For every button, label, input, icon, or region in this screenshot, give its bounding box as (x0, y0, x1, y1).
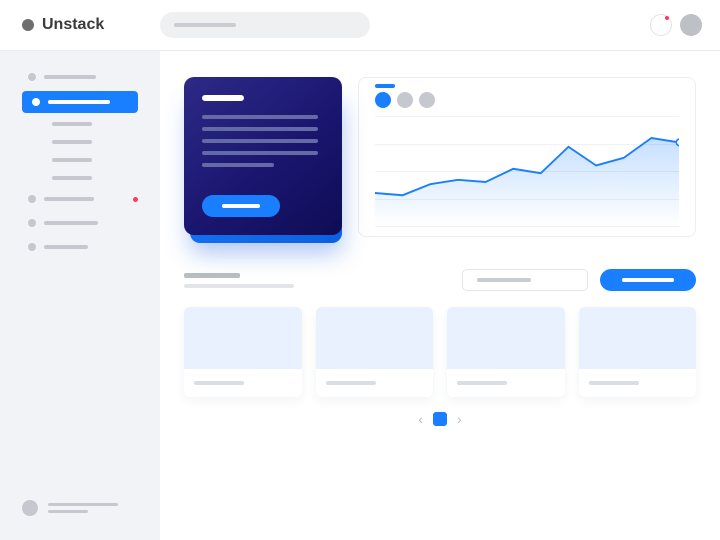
section-title-line (184, 273, 240, 278)
search-placeholder (174, 23, 236, 27)
sidebar-item-alert-icon (133, 197, 138, 202)
chart-tab-0[interactable] (375, 92, 391, 108)
topbar-actions (650, 14, 702, 36)
hero-cta-button[interactable] (202, 195, 280, 217)
sidebar-item-label (44, 221, 98, 225)
hero-card-body (184, 77, 342, 235)
pager-next-icon[interactable]: › (457, 411, 462, 427)
section-header (184, 269, 696, 291)
sidebar-item-7[interactable] (22, 213, 144, 233)
topbar: Unstack (0, 0, 720, 50)
sidebar-item-4[interactable] (52, 154, 144, 166)
sidebar-item-icon (28, 219, 36, 227)
sidebar-item-icon (28, 195, 36, 203)
chart-tab-2[interactable] (419, 92, 435, 108)
user-meta (48, 503, 118, 513)
hero-card (184, 77, 342, 237)
card-title-line (194, 381, 244, 385)
pagination: ‹ › (184, 411, 696, 427)
section-title (184, 273, 294, 288)
content-card-3[interactable] (579, 307, 697, 397)
notifications-button[interactable] (650, 14, 672, 36)
cards-row (184, 307, 696, 397)
user-avatar-icon (22, 500, 38, 516)
content-card-2[interactable] (447, 307, 565, 397)
hero-cta-label (222, 204, 260, 208)
filter-label (477, 278, 531, 282)
hero-text-line (202, 139, 318, 143)
section-subtitle-line (184, 284, 294, 288)
sidebar-item-label (52, 140, 92, 144)
sidebar-item-icon (28, 243, 36, 251)
sidebar-item-8[interactable] (22, 237, 144, 257)
card-thumbnail (184, 307, 302, 369)
sidebar-item-label (44, 75, 96, 79)
chart-tab-1[interactable] (397, 92, 413, 108)
chart-line (375, 116, 679, 226)
content-card-1[interactable] (316, 307, 434, 397)
card-thumbnail (579, 307, 697, 369)
sidebar-item-icon (32, 98, 40, 106)
sidebar-item-5[interactable] (52, 172, 144, 184)
hero-text-line (202, 127, 318, 131)
chart-tabs (375, 92, 679, 108)
chart-gridline (375, 226, 679, 227)
main-content: ‹ › (160, 51, 720, 540)
chart-card (358, 77, 696, 237)
avatar[interactable] (680, 14, 702, 36)
sidebar-item-2[interactable] (52, 118, 144, 130)
sidebar-item-label (44, 245, 88, 249)
hero-text-line (202, 151, 318, 155)
card-footer (184, 369, 302, 397)
primary-action-button[interactable] (600, 269, 696, 291)
sidebar-item-label (52, 158, 92, 162)
card-title-line (457, 381, 507, 385)
pager-current-page[interactable] (433, 412, 447, 426)
content-card-0[interactable] (184, 307, 302, 397)
sidebar-item-label (44, 197, 94, 201)
chart-tab-indicator (375, 84, 395, 88)
hero-text-line (202, 163, 274, 167)
sidebar-item-1[interactable] (22, 91, 138, 113)
hero-text-line (202, 115, 318, 119)
sidebar-item-label (52, 122, 92, 126)
nav-list (0, 65, 160, 259)
brand: Unstack (22, 16, 160, 34)
sidebar-item-label (52, 176, 92, 180)
card-title-line (326, 381, 376, 385)
card-thumbnail (447, 307, 565, 369)
brand-name: Unstack (42, 16, 104, 34)
sidebar-footer[interactable] (0, 486, 160, 530)
sidebar-item-label (48, 100, 110, 104)
chart-area (375, 116, 679, 226)
card-footer (579, 369, 697, 397)
sidebar-item-icon (28, 73, 36, 81)
card-title-line (589, 381, 639, 385)
primary-action-label (622, 278, 674, 282)
sidebar-item-0[interactable] (22, 67, 144, 87)
sidebar-item-6[interactable] (22, 189, 144, 209)
pager-prev-icon[interactable]: ‹ (418, 411, 423, 427)
hero-title (202, 95, 244, 101)
notification-badge (665, 16, 669, 20)
card-footer (447, 369, 565, 397)
card-thumbnail (316, 307, 434, 369)
sidebar-item-3[interactable] (52, 136, 144, 148)
card-footer (316, 369, 434, 397)
sidebar (0, 51, 160, 540)
search-input[interactable] (160, 12, 370, 38)
brand-icon (22, 19, 34, 31)
filter-select[interactable] (462, 269, 588, 291)
